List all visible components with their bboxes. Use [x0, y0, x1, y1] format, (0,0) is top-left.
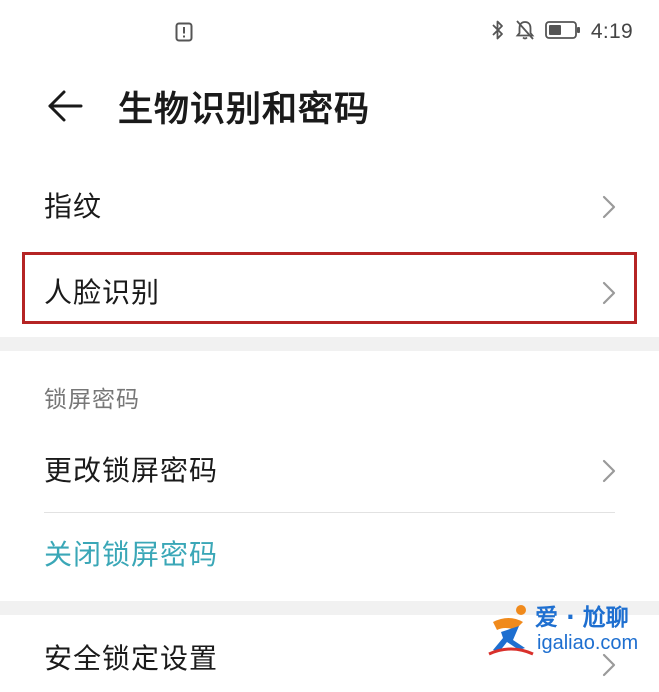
security-lock-settings-label: 安全锁定设置	[44, 642, 219, 675]
face-recognition-row[interactable]: 人脸识别	[0, 254, 659, 326]
chevron-right-icon	[601, 458, 617, 484]
page-header: 生物识别和密码	[0, 74, 659, 146]
chevron-right-icon	[601, 280, 617, 306]
back-button[interactable]	[40, 84, 88, 132]
watermark-logo-icon	[487, 602, 537, 658]
change-lock-password-row[interactable]: 更改锁屏密码	[0, 432, 659, 510]
section-header-lock-screen: 锁屏密码	[44, 387, 140, 413]
page-title: 生物识别和密码	[118, 90, 371, 130]
watermark: 爱 · 尬聊 igaliao.com	[487, 598, 647, 662]
disable-lock-password-row[interactable]: 关闭锁屏密码	[0, 518, 659, 596]
silent-mode-icon	[515, 19, 535, 45]
status-bar: 4:19	[0, 0, 659, 60]
section-divider	[0, 337, 659, 351]
change-lock-password-label: 更改锁屏密码	[44, 454, 219, 487]
face-recognition-label: 人脸识别	[44, 276, 161, 309]
fingerprint-row[interactable]: 指纹	[0, 168, 659, 246]
status-time: 4:19	[590, 20, 633, 43]
watermark-title: 爱 · 尬聊	[535, 605, 629, 631]
chevron-right-icon	[601, 194, 617, 220]
disable-lock-password-label: 关闭锁屏密码	[44, 538, 219, 571]
notification-alert-icon	[175, 22, 193, 42]
watermark-url: igaliao.com	[537, 632, 639, 654]
fingerprint-label: 指纹	[44, 190, 103, 223]
bluetooth-icon	[491, 19, 505, 45]
status-icons: 4:19	[491, 18, 633, 46]
back-arrow-icon	[44, 88, 84, 128]
row-divider	[44, 512, 615, 513]
battery-icon	[545, 20, 581, 44]
